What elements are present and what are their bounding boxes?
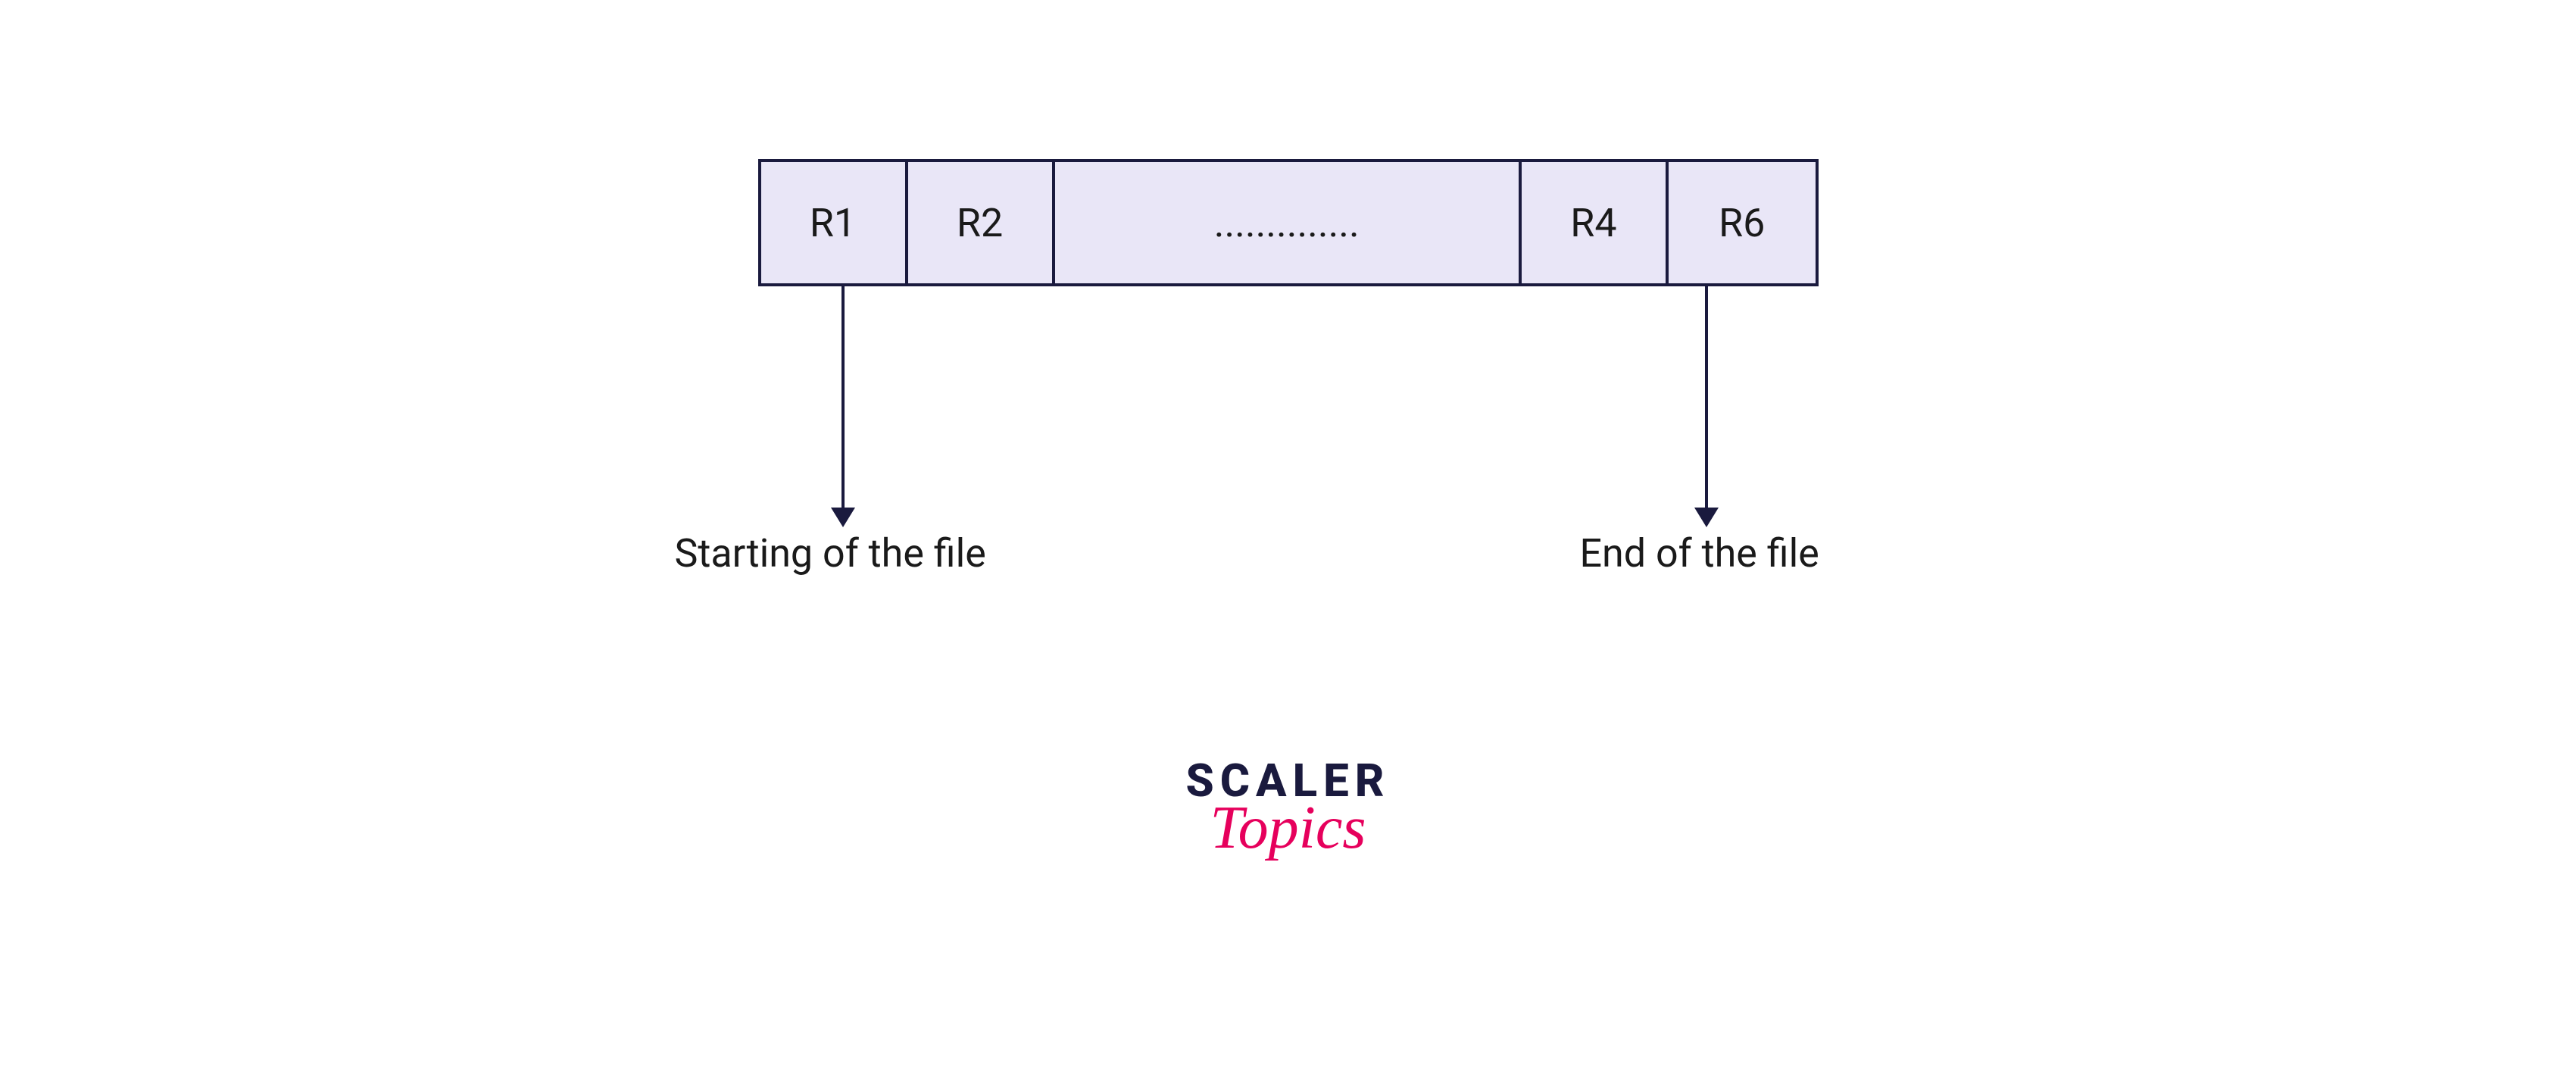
arrow-start	[841, 283, 845, 511]
record-cell-r6: R6	[1669, 162, 1816, 283]
arrow-end	[1705, 283, 1708, 511]
logo-sub-text: Topics	[1185, 794, 1390, 863]
label-start-of-file: Starting of the file	[675, 530, 986, 576]
record-cell-ellipsis: ..............	[1055, 162, 1522, 283]
label-end-of-file: End of the file	[1580, 530, 1819, 576]
record-row: R1 R2 .............. R4 R6	[758, 159, 1819, 286]
record-cell-r2: R2	[908, 162, 1055, 283]
arrow-down-icon	[831, 508, 855, 527]
arrow-down-icon	[1694, 508, 1719, 527]
brand-logo: SCALER Topics	[1185, 754, 1390, 863]
record-cell-r1: R1	[761, 162, 908, 283]
file-record-diagram: R1 R2 .............. R4 R6 Starting of t…	[758, 159, 1819, 286]
record-cell-r4: R4	[1522, 162, 1669, 283]
